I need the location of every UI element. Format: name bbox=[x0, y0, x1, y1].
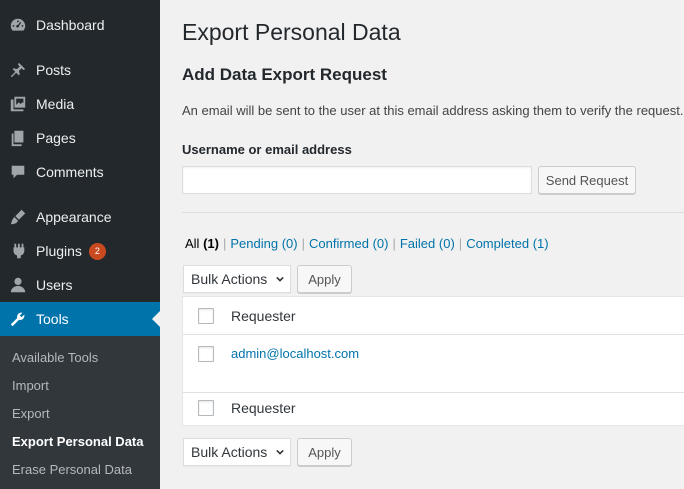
menu-item-users[interactable]: Users bbox=[0, 268, 160, 302]
submenu-erase-personal-data[interactable]: Erase Personal Data bbox=[12, 462, 132, 477]
filter-completed[interactable]: Completed (1) bbox=[466, 236, 548, 251]
status-filters: All (1) | Pending (0) | Confirmed (0) | Failed… bbox=[185, 236, 549, 251]
main-content: Export Personal Data Add Data Export Req… bbox=[160, 0, 684, 489]
submenu-import[interactable]: Import bbox=[12, 378, 49, 393]
dashboard-icon bbox=[8, 15, 28, 35]
menu-label: Posts bbox=[36, 62, 72, 78]
page-title: Export Personal Data bbox=[182, 19, 401, 45]
menu-item-plugins[interactable]: Plugins 2 bbox=[0, 234, 160, 268]
section-title: Add Data Export Request bbox=[182, 65, 387, 84]
menu-label: Pages bbox=[36, 130, 76, 146]
menu-label: Comments bbox=[36, 164, 104, 180]
wrench-icon bbox=[8, 309, 28, 329]
menu-item-posts[interactable]: Posts bbox=[0, 53, 160, 87]
column-header-requester[interactable]: Requester bbox=[231, 308, 296, 324]
bulk-actions-label: Bulk Actions bbox=[191, 444, 268, 460]
divider bbox=[182, 212, 684, 213]
bulk-actions-select-bottom[interactable]: Bulk Actions bbox=[183, 438, 291, 466]
filter-all[interactable]: All (1) bbox=[185, 236, 219, 251]
description-text: An email will be sent to the user at thi… bbox=[182, 103, 684, 118]
menu-label: Plugins bbox=[36, 243, 82, 259]
table-row: admin@localhost.com bbox=[183, 335, 684, 393]
submenu-export[interactable]: Export bbox=[12, 406, 50, 421]
menu-label: Tools bbox=[36, 311, 69, 327]
table-header-row: Requester bbox=[183, 297, 684, 335]
comment-icon bbox=[8, 162, 28, 182]
submenu-available-tools[interactable]: Available Tools bbox=[12, 350, 98, 365]
apply-button-bottom[interactable]: Apply bbox=[297, 438, 352, 466]
username-email-label: Username or email address bbox=[182, 142, 352, 157]
submenu-export-personal-data[interactable]: Export Personal Data bbox=[12, 434, 144, 449]
menu-label: Users bbox=[36, 277, 73, 293]
menu-item-comments[interactable]: Comments bbox=[0, 155, 160, 189]
menu-item-dashboard[interactable]: Dashboard bbox=[0, 8, 160, 42]
chevron-down-icon bbox=[276, 449, 284, 455]
pin-icon bbox=[8, 60, 28, 80]
menu-item-tools[interactable]: Tools bbox=[0, 302, 160, 336]
menu-item-pages[interactable]: Pages bbox=[0, 121, 160, 155]
menu-item-media[interactable]: Media bbox=[0, 87, 160, 121]
requester-email-link[interactable]: admin@localhost.com bbox=[231, 346, 359, 361]
username-email-input[interactable] bbox=[182, 166, 532, 194]
plugin-icon bbox=[8, 241, 28, 261]
brush-icon bbox=[8, 207, 28, 227]
select-all-checkbox-footer[interactable] bbox=[198, 400, 214, 416]
update-count-badge: 2 bbox=[88, 242, 106, 260]
send-request-button[interactable]: Send Request bbox=[538, 166, 636, 194]
menu-label: Appearance bbox=[36, 209, 112, 225]
select-all-checkbox[interactable] bbox=[198, 308, 214, 324]
chevron-down-icon bbox=[276, 276, 284, 282]
bulk-actions-select-top[interactable]: Bulk Actions bbox=[183, 265, 291, 293]
menu-item-appearance[interactable]: Appearance bbox=[0, 200, 160, 234]
requests-table: Requester admin@localhost.com Requester bbox=[182, 296, 684, 426]
filter-failed[interactable]: Failed (0) bbox=[400, 236, 455, 251]
table-footer-row: Requester bbox=[183, 393, 684, 426]
media-icon bbox=[8, 94, 28, 114]
tools-submenu: Available Tools Import Export Export Per… bbox=[0, 336, 160, 489]
bulk-actions-label: Bulk Actions bbox=[191, 271, 268, 287]
filter-confirmed[interactable]: Confirmed (0) bbox=[309, 236, 388, 251]
menu-label: Dashboard bbox=[36, 17, 105, 33]
user-icon bbox=[8, 275, 28, 295]
row-checkbox[interactable] bbox=[198, 346, 214, 362]
apply-button-top[interactable]: Apply bbox=[297, 265, 352, 293]
menu-label: Media bbox=[36, 96, 75, 112]
admin-sidebar: Dashboard Posts Media Pages Comments App… bbox=[0, 0, 160, 489]
filter-pending[interactable]: Pending (0) bbox=[230, 236, 297, 251]
column-footer-requester[interactable]: Requester bbox=[231, 400, 296, 416]
pages-icon bbox=[8, 128, 28, 148]
